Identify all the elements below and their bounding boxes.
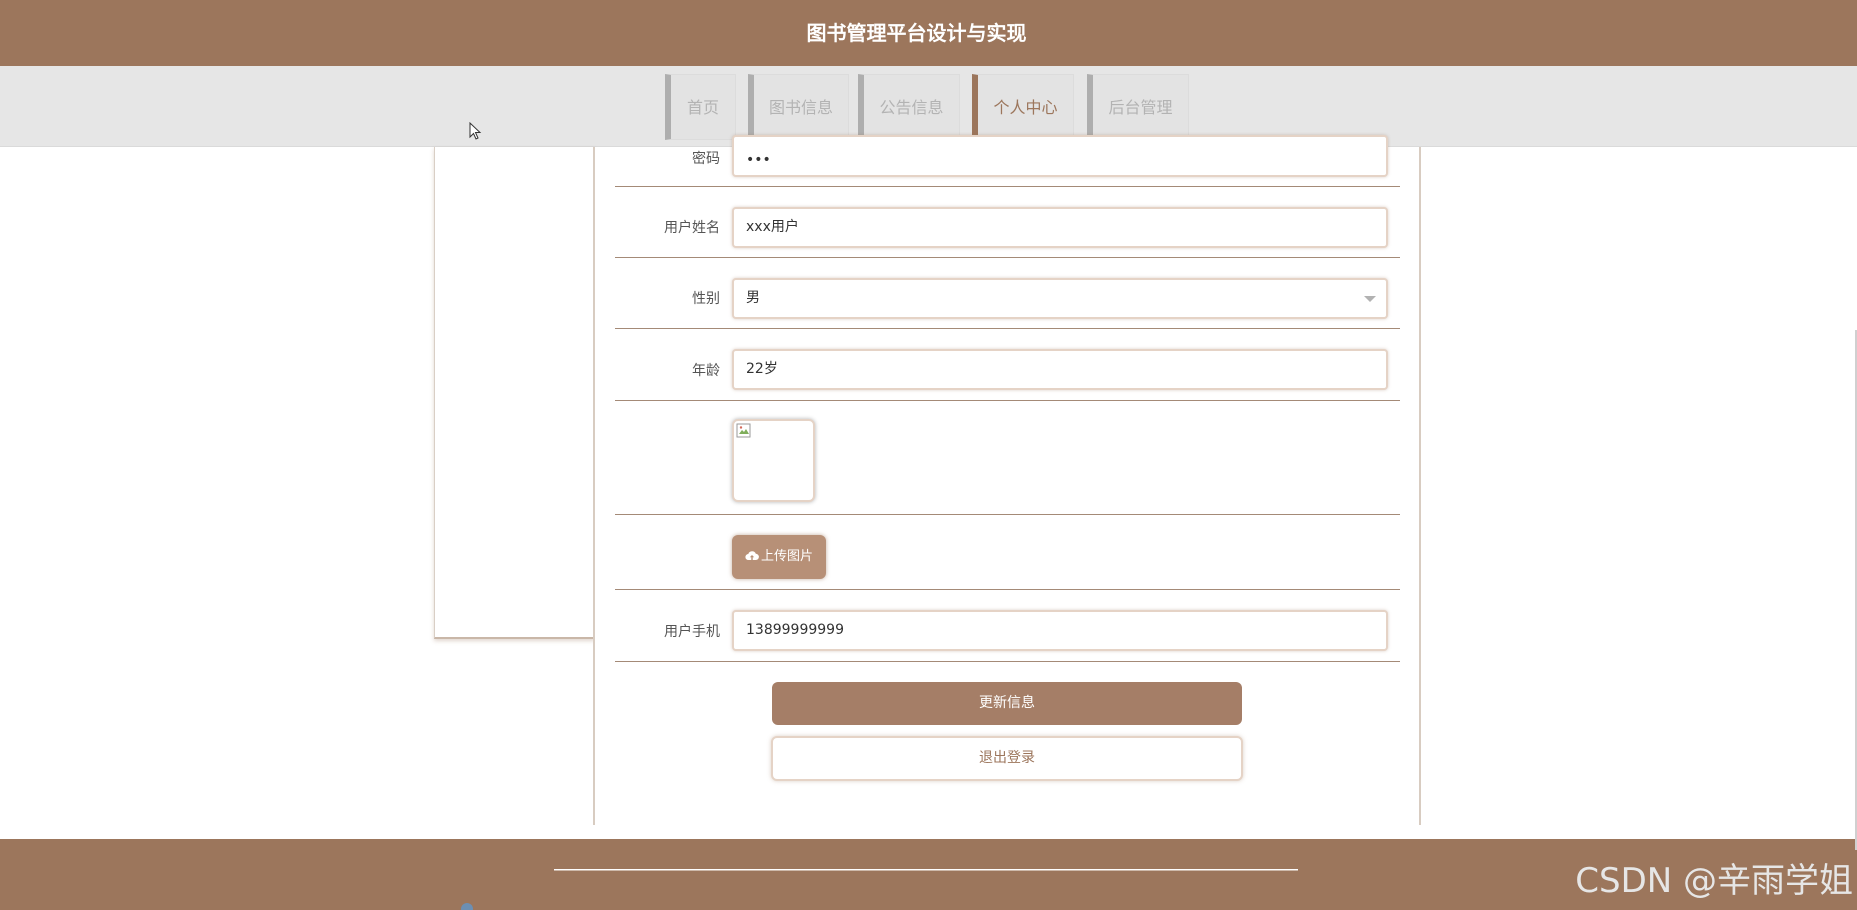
password-label: 密码 xyxy=(692,151,720,167)
nav-item-books[interactable]: 图书信息 xyxy=(748,74,849,140)
phone-label: 用户手机 xyxy=(664,624,720,640)
upload-row: 上传图片 xyxy=(615,515,1400,590)
phone-row: 用户手机 13899999999 xyxy=(615,590,1400,662)
age-row: 年龄 22岁 xyxy=(615,329,1400,401)
avatar-image xyxy=(732,419,815,502)
logout-button[interactable]: 退出登录 xyxy=(771,736,1243,781)
gender-select[interactable]: 男 xyxy=(732,278,1388,319)
footer-icon xyxy=(461,903,473,910)
left-side-panel xyxy=(434,147,595,639)
broken-image-icon xyxy=(736,423,751,438)
upload-button-label: 上传图片 xyxy=(760,549,813,564)
site-title: 图书管理平台设计与实现 xyxy=(806,21,1027,45)
nav-item-notices[interactable]: 公告信息 xyxy=(858,74,960,140)
name-label: 用户姓名 xyxy=(664,220,720,236)
gender-row: 性别 男 xyxy=(615,258,1400,329)
password-input[interactable]: ••• xyxy=(732,135,1388,177)
mouse-cursor-icon xyxy=(469,122,482,140)
nav-item-home[interactable]: 首页 xyxy=(665,74,736,140)
avatar-row xyxy=(615,401,1400,515)
age-label: 年龄 xyxy=(692,363,720,379)
name-input[interactable]: xxx用户 xyxy=(732,207,1388,248)
gender-value: 男 xyxy=(746,290,760,306)
password-row: 密码 ••• xyxy=(615,135,1400,187)
cloud-upload-icon xyxy=(745,551,759,561)
watermark-text: CSDN @辛雨学姐 xyxy=(1575,861,1853,901)
header-bar: 图书管理平台设计与实现 xyxy=(0,0,1857,66)
nav-item-personal-center[interactable]: 个人中心 xyxy=(972,74,1074,140)
upload-image-button[interactable]: 上传图片 xyxy=(732,535,826,579)
footer-bar: CSDN @辛雨学姐 xyxy=(0,839,1857,910)
gender-label: 性别 xyxy=(692,291,720,307)
nav-item-admin[interactable]: 后台管理 xyxy=(1087,74,1189,140)
phone-input[interactable]: 13899999999 xyxy=(732,610,1388,651)
age-input[interactable]: 22岁 xyxy=(732,349,1388,390)
update-info-button[interactable]: 更新信息 xyxy=(772,682,1242,725)
name-row: 用户姓名 xxx用户 xyxy=(615,187,1400,258)
chevron-down-icon xyxy=(1364,296,1376,302)
footer-divider xyxy=(554,869,1298,871)
